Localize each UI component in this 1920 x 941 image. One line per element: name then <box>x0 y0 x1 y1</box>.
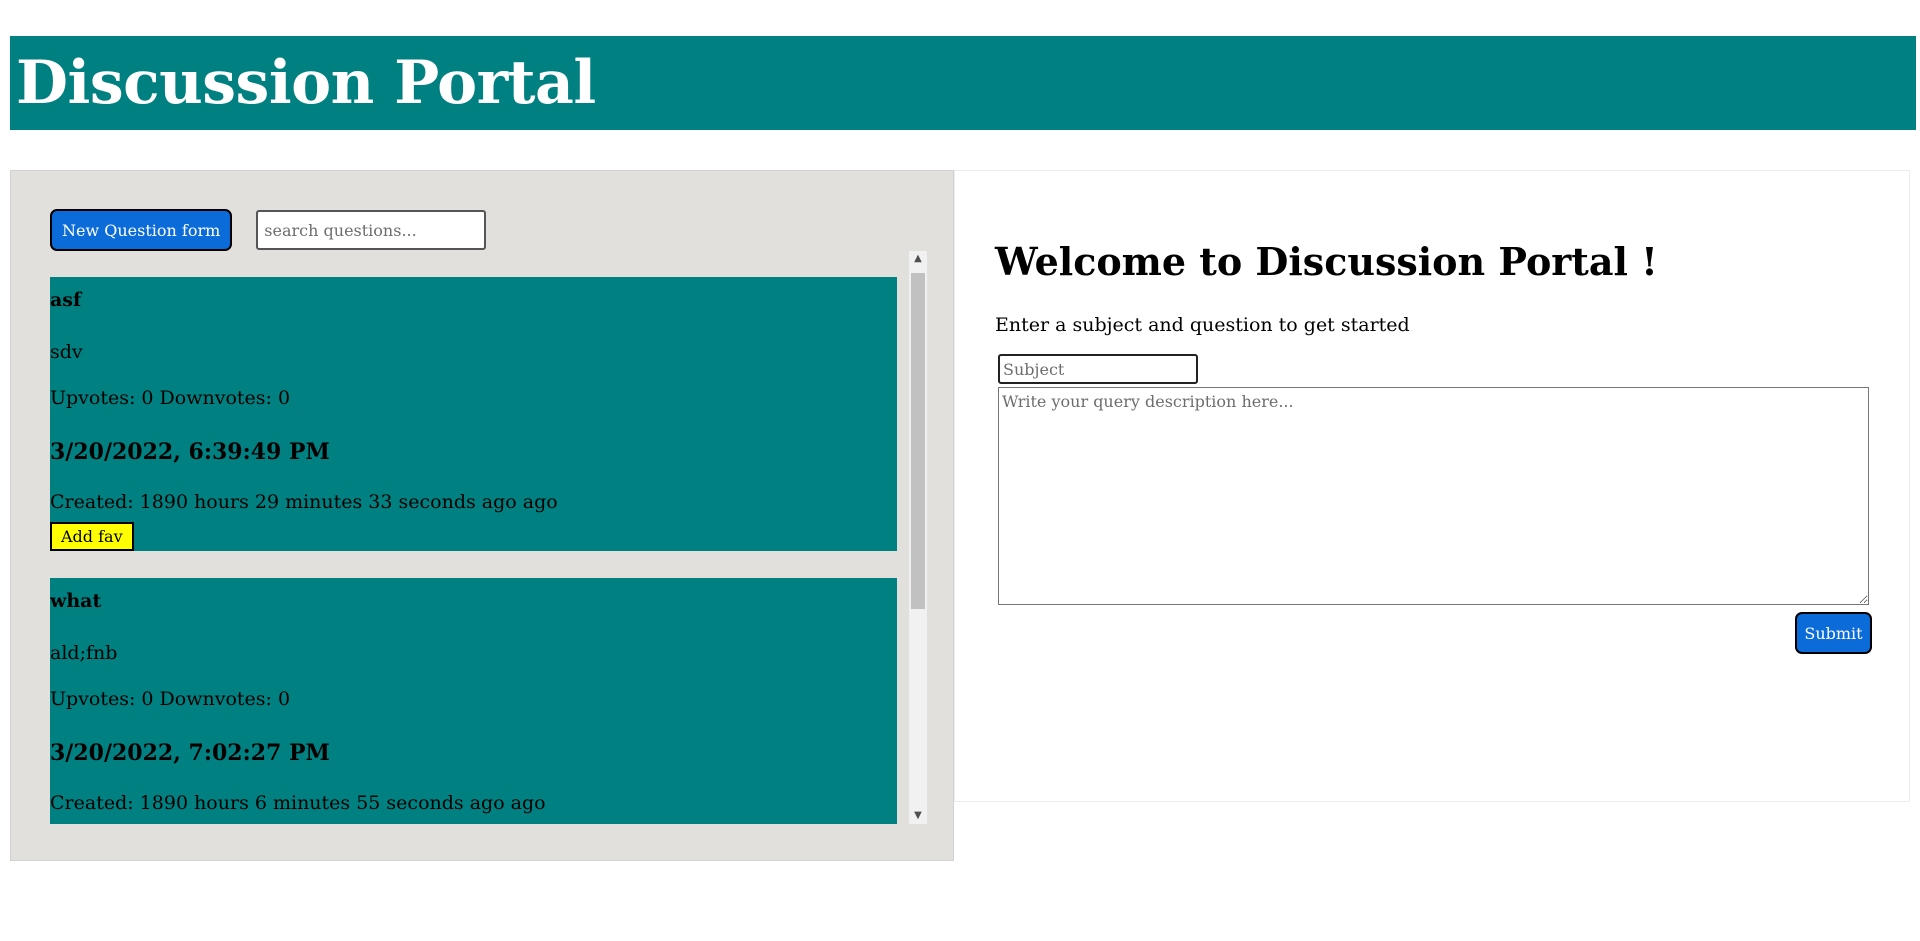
welcome-title: Welcome to Discussion Portal ! <box>995 239 1658 284</box>
new-question-form-button[interactable]: New Question form <box>50 209 233 251</box>
new-question-panel: Welcome to Discussion Portal ! Enter a s… <box>954 170 1910 802</box>
site-header: Discussion Portal <box>10 36 1916 130</box>
questions-panel: New Question form asf sdv Upvotes: 0 Dow… <box>10 170 954 861</box>
questions-scrollbar[interactable]: ▲ ▼ <box>909 251 927 824</box>
question-description-textarea[interactable] <box>998 387 1869 605</box>
question-description: ald;fnb <box>50 642 118 664</box>
scroll-up-icon[interactable]: ▲ <box>909 251 927 267</box>
question-subject: asf <box>50 289 82 311</box>
intro-text: Enter a subject and question to get star… <box>995 314 1410 336</box>
question-votes: Upvotes: 0 Downvotes: 0 <box>50 688 291 710</box>
question-created: Created: 1890 hours 29 minutes 33 second… <box>50 491 558 513</box>
questions-list[interactable]: asf sdv Upvotes: 0 Downvotes: 0 3/20/202… <box>50 251 898 824</box>
scroll-down-icon[interactable]: ▼ <box>909 808 927 824</box>
page-title: Discussion Portal <box>16 48 596 118</box>
search-questions-input[interactable] <box>256 210 487 250</box>
questions-toolbar: New Question form <box>50 209 487 251</box>
submit-button[interactable]: Submit <box>1795 612 1872 654</box>
scrollbar-thumb[interactable] <box>911 273 925 609</box>
subject-input[interactable] <box>998 354 1198 384</box>
question-date: 3/20/2022, 6:39:49 PM <box>50 439 330 465</box>
question-created: Created: 1890 hours 6 minutes 55 seconds… <box>50 792 546 814</box>
question-card[interactable]: what ald;fnb Upvotes: 0 Downvotes: 0 3/2… <box>50 578 897 824</box>
question-card[interactable]: asf sdv Upvotes: 0 Downvotes: 0 3/20/202… <box>50 277 897 551</box>
question-votes: Upvotes: 0 Downvotes: 0 <box>50 387 291 409</box>
question-subject: what <box>50 590 102 612</box>
question-description: sdv <box>50 341 83 363</box>
add-fav-button[interactable]: Add fav <box>50 522 134 551</box>
question-date: 3/20/2022, 7:02:27 PM <box>50 740 330 766</box>
